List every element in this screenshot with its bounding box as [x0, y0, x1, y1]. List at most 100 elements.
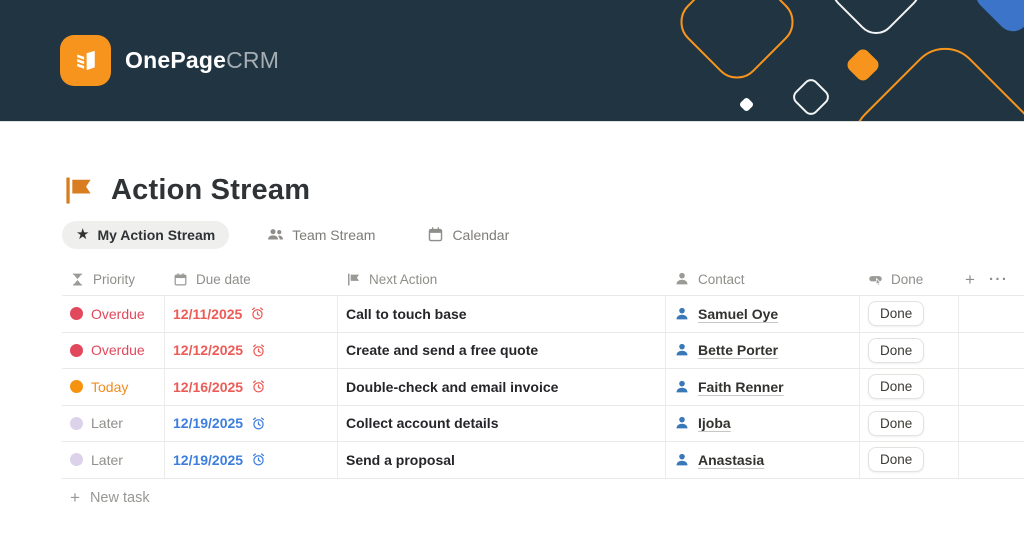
next-action-cell[interactable]: Call to touch base: [338, 296, 666, 332]
due-date-cell[interactable]: 12/12/2025: [165, 332, 338, 368]
priority-dot: [70, 307, 83, 321]
decor-white-diamond-outline: [789, 75, 833, 119]
next-action-text: Collect account details: [346, 415, 499, 432]
column-header-next-action[interactable]: Next Action: [338, 272, 666, 287]
tab-label: Team Stream: [292, 226, 376, 243]
priority-label: Later: [91, 451, 123, 468]
table-row: Overdue 12/12/2025 Create and send a fre…: [62, 332, 1024, 369]
contact-cell[interactable]: Bette Porter: [666, 332, 860, 368]
contact-name: Samuel Oye: [698, 305, 779, 322]
flag-icon: [348, 273, 359, 285]
column-label: Priority: [93, 271, 136, 287]
contact-cell[interactable]: Anastasia: [666, 442, 860, 478]
done-button[interactable]: Done: [868, 337, 925, 363]
alarm-icon: [253, 417, 265, 430]
next-action-text: Call to touch base: [346, 305, 467, 322]
alarm-icon: [252, 307, 264, 320]
add-column-button[interactable]: +: [965, 271, 975, 288]
next-action-text: Double-check and email invoice: [346, 378, 559, 395]
done-button[interactable]: Done: [868, 301, 925, 327]
plus-icon: +: [70, 487, 80, 507]
star-icon: ★: [76, 226, 90, 243]
page-content: Action Stream ★ My Action Stream Team St…: [0, 174, 1024, 517]
table-row: Later 12/19/2025 Send a proposal Anastas…: [62, 442, 1024, 479]
table-row: Overdue 12/11/2025 Call to touch base Sa…: [62, 296, 1024, 333]
person-icon: [676, 453, 688, 466]
alarm-icon: [253, 453, 265, 466]
due-date: 12/19/2025: [173, 451, 244, 468]
more-options-button[interactable]: ···: [989, 272, 1009, 287]
tab-my-action-stream[interactable]: ★ My Action Stream: [62, 220, 230, 249]
button-click-icon: [868, 275, 883, 286]
next-action-cell[interactable]: Double-check and email invoice: [338, 369, 666, 405]
flag-icon: [66, 177, 91, 204]
contact-cell[interactable]: Ijoba: [666, 405, 860, 441]
column-header-due-date[interactable]: Due date: [165, 272, 338, 287]
tab-calendar[interactable]: Calendar: [413, 220, 523, 249]
logo-book-icon: [60, 35, 111, 86]
next-action-text: Send a proposal: [346, 451, 455, 468]
due-date: 12/11/2025: [173, 305, 243, 322]
done-cell: Done: [860, 369, 959, 405]
action-stream-table: Priority Due date Next Action Contact Do…: [62, 263, 1024, 517]
priority-dot: [70, 343, 83, 357]
priority-cell[interactable]: Overdue: [62, 296, 165, 332]
tab-label: Calendar: [452, 226, 510, 243]
next-action-cell[interactable]: Send a proposal: [338, 442, 666, 478]
due-date-cell[interactable]: 12/19/2025: [165, 405, 338, 441]
app-header: OnePageCRM: [0, 0, 1024, 122]
column-header-priority[interactable]: Priority: [62, 272, 165, 287]
next-action-cell[interactable]: Create and send a free quote: [338, 332, 666, 368]
column-label: Due date: [196, 271, 251, 287]
next-action-cell[interactable]: Collect account details: [338, 405, 666, 441]
decor-orange-outline-shape: [670, 0, 804, 89]
column-label: Next Action: [369, 271, 438, 287]
tab-team-stream[interactable]: Team Stream: [253, 220, 389, 249]
person-icon: [676, 344, 688, 356]
priority-cell[interactable]: Later: [62, 405, 165, 441]
calendar-icon: [429, 227, 443, 242]
priority-cell[interactable]: Later: [62, 442, 165, 478]
contact-cell[interactable]: Samuel Oye: [666, 296, 860, 332]
due-date-cell[interactable]: 12/11/2025: [165, 296, 338, 332]
priority-dot: [70, 416, 83, 430]
onepagecrm-logo[interactable]: OnePageCRM: [60, 35, 279, 86]
done-button[interactable]: Done: [868, 410, 925, 436]
decor-white-dot: [738, 96, 755, 113]
page-title-row: Action Stream: [62, 174, 1024, 207]
alarm-icon: [253, 380, 265, 393]
priority-cell[interactable]: Overdue: [62, 332, 165, 368]
priority-cell[interactable]: Today: [62, 369, 165, 405]
contact-name: Anastasia: [698, 451, 765, 468]
done-cell: Done: [860, 296, 959, 332]
priority-dot: [70, 453, 83, 467]
contact-cell[interactable]: Faith Renner: [666, 369, 860, 405]
person-icon: [676, 272, 688, 285]
column-label: Done: [891, 271, 924, 287]
page-title: Action Stream: [111, 174, 311, 206]
person-icon: [676, 417, 688, 429]
new-task-button[interactable]: + New task: [62, 479, 1016, 517]
column-header-contact[interactable]: Contact: [666, 271, 860, 287]
due-date: 12/12/2025: [173, 342, 244, 359]
table-header-row: Priority Due date Next Action Contact Do…: [62, 263, 1024, 296]
due-date-cell[interactable]: 12/19/2025: [165, 442, 338, 478]
done-button[interactable]: Done: [868, 374, 925, 400]
due-date-cell[interactable]: 12/16/2025: [165, 369, 338, 405]
done-button[interactable]: Done: [868, 447, 925, 473]
due-date: 12/19/2025: [173, 415, 244, 432]
priority-label: Overdue: [91, 305, 145, 322]
table-header-tools: + ···: [965, 271, 1008, 288]
decor-orange-diamond: [844, 46, 882, 84]
contact-name: Bette Porter: [698, 342, 779, 359]
column-label: Contact: [698, 271, 745, 287]
priority-label: Today: [91, 378, 129, 395]
priority-dot: [70, 380, 83, 394]
team-icon: [268, 229, 284, 240]
table-row: Later 12/19/2025 Collect account details…: [62, 405, 1024, 442]
empty-cell: [959, 333, 1024, 369]
contact-name: Faith Renner: [698, 378, 784, 395]
column-header-done[interactable]: Done: [860, 272, 959, 287]
hourglass-icon: [72, 273, 83, 285]
calendar-icon: [174, 272, 187, 285]
